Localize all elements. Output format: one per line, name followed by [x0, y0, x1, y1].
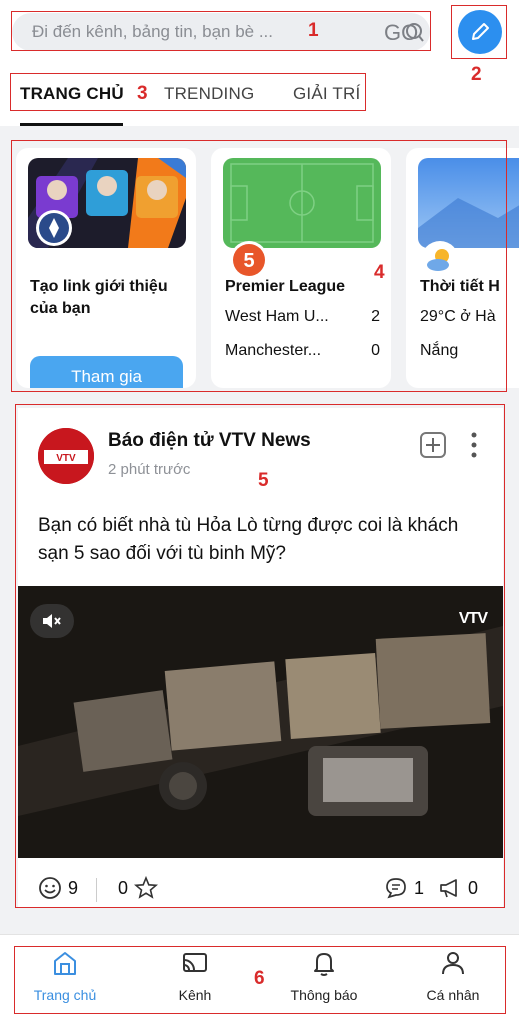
action-divider — [96, 878, 97, 902]
search-input[interactable]: Đi đến kênh, bảng tin, bạn bè ... GO — [12, 13, 430, 51]
share-count: 0 — [468, 877, 479, 898]
follow-button[interactable] — [420, 432, 446, 458]
weather-sky-image — [418, 158, 519, 248]
top-bar: Đi đến kênh, bảng tin, bạn bè ... GO — [0, 0, 519, 70]
video-player[interactable]: VTV — [18, 586, 503, 858]
avatar-logo-text: VTV — [56, 453, 76, 464]
league-title: Premier League — [225, 278, 346, 295]
nav-profile[interactable]: Cá nhân — [403, 945, 503, 1003]
team-name: Manchester... — [225, 342, 322, 359]
tab-giai-tri[interactable]: GIẢI TRÍ — [293, 84, 360, 104]
star-count: 0 — [118, 877, 129, 898]
post-actions: 9 0 1 0 — [18, 870, 503, 906]
team-score: 0 — [371, 342, 380, 359]
annotation-number: 5 — [258, 470, 269, 491]
vtv-logo: VTV — [458, 610, 488, 627]
megaphone-icon — [440, 879, 457, 898]
nav-label: Thông báo — [290, 987, 358, 1003]
nav-label: Kênh — [178, 987, 212, 1003]
weather-condition: Nắng — [420, 342, 459, 359]
sun-cloud-icon — [421, 241, 459, 279]
post-headline[interactable]: Bạn có biết nhà tù Hỏa Lò từng được coi … — [38, 512, 488, 568]
share-button[interactable]: 0 — [438, 876, 478, 900]
referral-card[interactable]: Tạo link giới thiệu của bạn Tham gia — [16, 148, 196, 388]
source-name[interactable]: Báo điện tử VTV News — [108, 430, 311, 452]
match-row: West Ham U... 2 — [225, 308, 380, 326]
star-button[interactable]: 0 — [118, 876, 164, 900]
category-tabs: TRANG CHỦ TRENDING GIẢI TRÍ — [0, 70, 519, 126]
weather-title: Thời tiết H — [420, 278, 500, 295]
reaction-button[interactable]: 9 — [38, 876, 78, 900]
annotation-number: 2 — [471, 64, 482, 85]
league-badge-icon: 5 — [230, 241, 268, 279]
search-placeholder: Đi đến kênh, bảng tin, bạn bè ... — [32, 22, 274, 41]
person-icon — [442, 952, 464, 975]
pencil-icon — [472, 23, 489, 40]
plus-icon — [426, 438, 440, 452]
compose-button[interactable] — [458, 10, 502, 54]
match-row: Manchester... 0 — [225, 342, 380, 360]
football-field-image — [223, 158, 381, 248]
team-score: 2 — [371, 308, 380, 325]
comment-icon — [386, 878, 406, 899]
comment-count: 1 — [414, 877, 425, 898]
nav-channels[interactable]: Kênh — [145, 945, 245, 1003]
mute-button[interactable] — [30, 604, 74, 638]
home-icon — [54, 952, 76, 975]
weather-card[interactable]: Thời tiết H 29°C ở Hà Nắng — [406, 148, 519, 388]
annotation-number: 1 — [308, 20, 319, 41]
app-screen: Đi đến kênh, bảng tin, bạn bè ... GO TRA… — [0, 0, 519, 1024]
video-frame-image — [18, 586, 503, 858]
speaker-muted-icon — [43, 614, 61, 628]
football-card[interactable]: 5 Premier League West Ham U... 2 Manches… — [211, 148, 391, 388]
nav-notifications[interactable]: Thông báo — [274, 945, 374, 1003]
cast-icon — [183, 953, 207, 972]
post-time: 2 phút trước — [108, 461, 191, 478]
weather-temp: 29°C ở Hà — [420, 308, 496, 325]
referral-thumbnail — [28, 158, 186, 248]
star-icon — [134, 876, 159, 899]
source-avatar[interactable]: VTV — [38, 428, 94, 484]
widget-carousel[interactable]: Tạo link giới thiệu của bạn Tham gia 5 P… — [0, 126, 519, 400]
team-name: West Ham U... — [225, 308, 329, 325]
tab-trending[interactable]: TRENDING — [164, 84, 254, 104]
league-badge-number: 5 — [243, 250, 254, 272]
nav-label: Cá nhân — [426, 987, 480, 1003]
tab-trang-chu[interactable]: TRANG CHỦ — [20, 84, 124, 104]
referral-title: Tạo link giới thiệu của bạn — [30, 278, 168, 317]
more-options-icon[interactable] — [464, 430, 484, 460]
nav-home[interactable]: Trang chủ — [15, 945, 115, 1003]
nav-label: Trang chủ — [33, 987, 97, 1003]
annotation-number: 3 — [137, 83, 148, 104]
search-go-icon[interactable]: GO — [384, 19, 424, 45]
annotation-number: 6 — [254, 968, 265, 989]
reaction-count: 9 — [68, 877, 79, 898]
comment-button[interactable]: 1 — [384, 876, 424, 900]
smile-icon — [39, 877, 61, 899]
bell-icon — [314, 953, 334, 976]
annotation-number: 4 — [374, 262, 385, 283]
join-button[interactable]: Tham gia — [30, 356, 183, 388]
